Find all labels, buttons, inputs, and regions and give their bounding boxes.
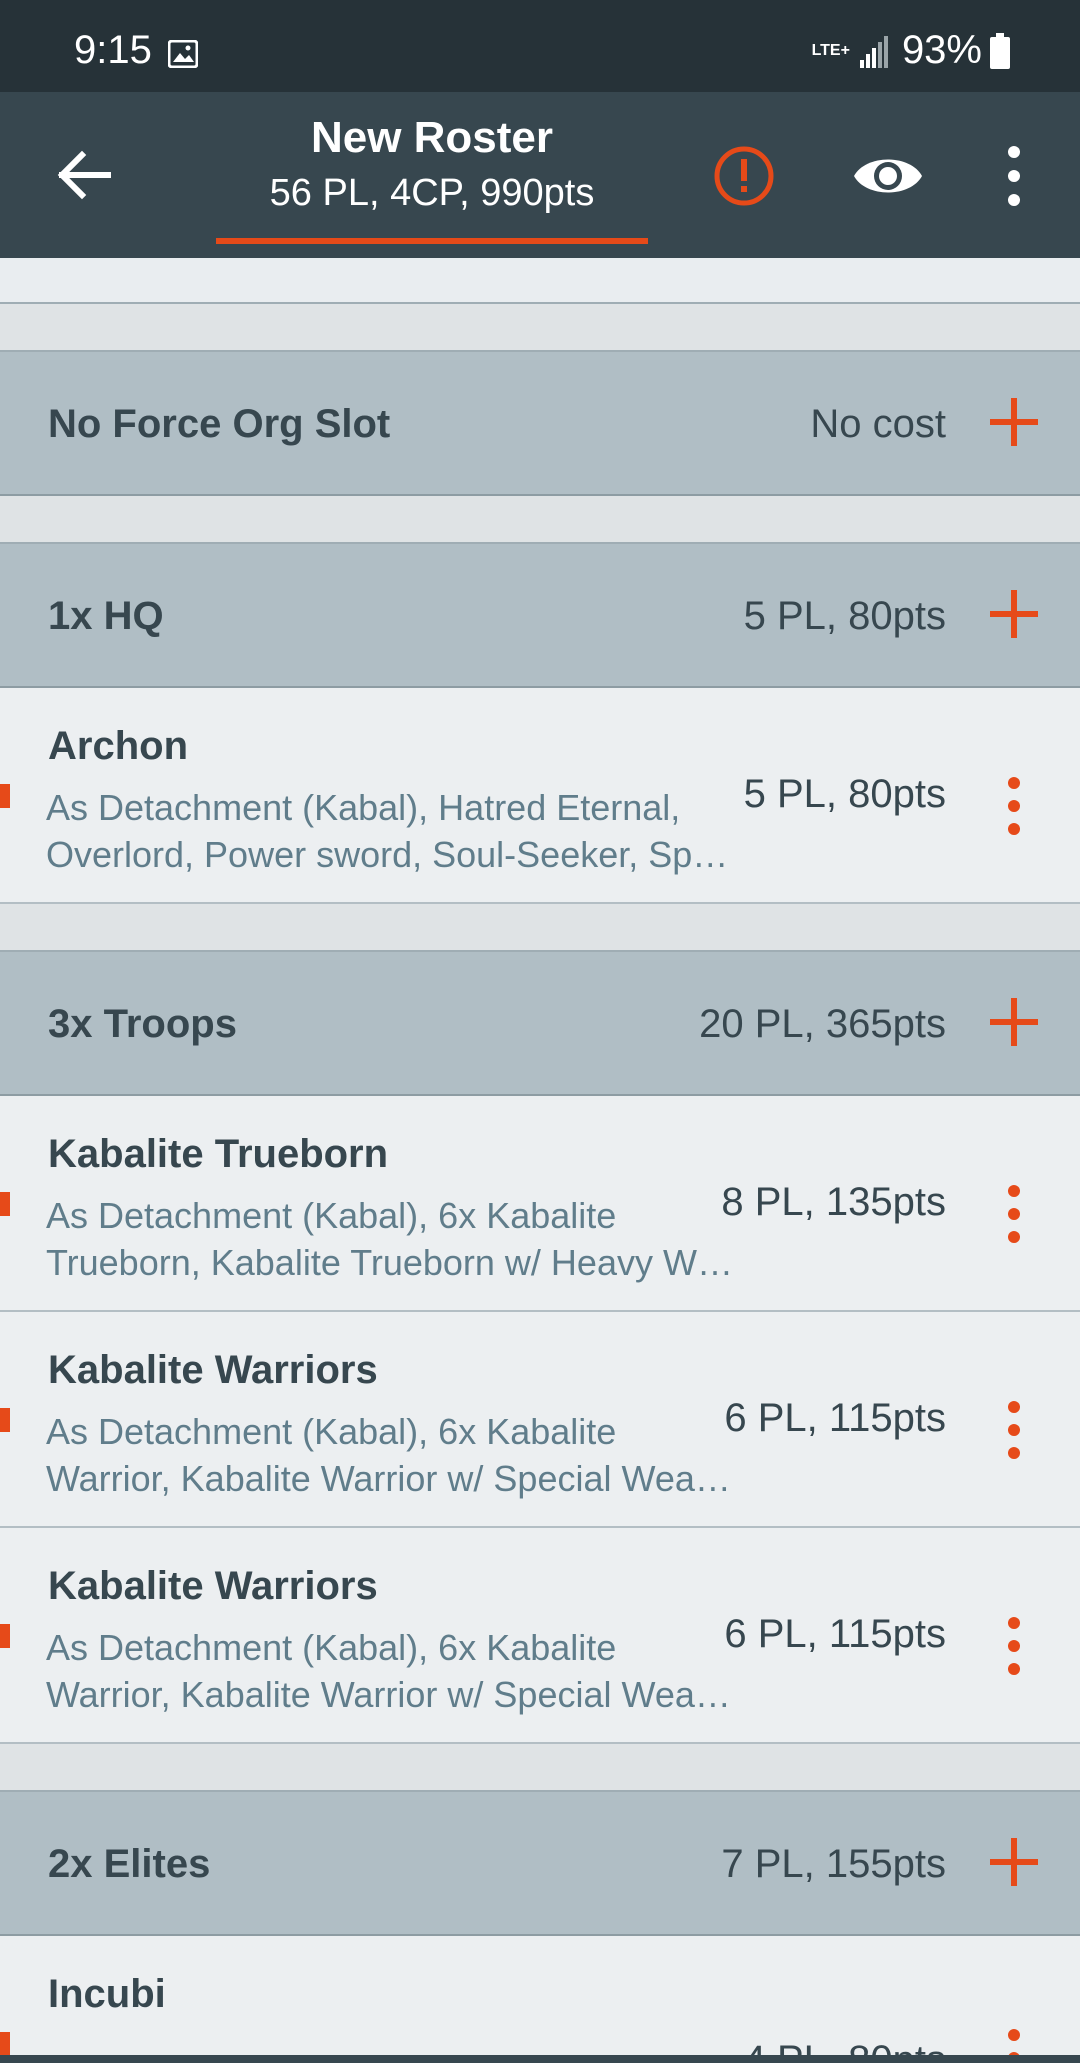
unit-more-icon[interactable] <box>1000 1184 1028 1244</box>
unit-description: As Detachment (Kabal), 6x Kabalite Warri… <box>46 1408 736 1502</box>
unit-row[interactable]: Kabalite Warriors As Detachment (Kabal),… <box>0 1312 1080 1528</box>
add-icon[interactable] <box>988 1836 1040 1888</box>
unit-description-line: Warrior, Kabalite Warrior w/ Special Wea… <box>46 1458 731 1499</box>
unit-row[interactable]: Archon As Detachment (Kabal), Hatred Ete… <box>0 688 1080 904</box>
unit-cost: 5 PL, 80pts <box>743 772 946 816</box>
unit-description-line: As Detachment (Kabal), 6x Kabalite <box>46 1627 617 1668</box>
section-cost: 5 PL, 80pts <box>743 594 946 638</box>
battery-icon <box>990 32 1010 69</box>
unit-cost: 6 PL, 115pts <box>724 1612 946 1656</box>
unit-row[interactable]: Kabalite Trueborn As Detachment (Kabal),… <box>0 1096 1080 1312</box>
unit-name: Kabalite Trueborn <box>48 1132 389 1176</box>
warning-marker <box>0 784 10 808</box>
section-gap <box>0 496 1080 544</box>
add-icon[interactable] <box>988 588 1040 640</box>
network-type: LTE+ <box>811 41 850 59</box>
back-arrow-icon[interactable] <box>50 142 116 208</box>
unit-description-line: Warrior, Kabalite Warrior w/ Special Wea… <box>46 1674 731 1715</box>
add-icon[interactable] <box>988 996 1040 1048</box>
unit-more-icon[interactable] <box>1000 1400 1028 1460</box>
signal-icon <box>859 35 888 68</box>
unit-name: Archon <box>48 724 188 768</box>
eye-icon[interactable] <box>852 146 924 206</box>
unit-description: As Detachment (Kabal), Hatred Eternal, O… <box>46 784 736 878</box>
warning-marker <box>0 1624 10 1648</box>
unit-cost: 8 PL, 135pts <box>721 1180 946 1224</box>
section-gap <box>0 1744 1080 1792</box>
roster-list: No Force Org Slot No cost 1x HQ 5 PL, 80… <box>0 258 1080 2063</box>
battery-percent: 93% <box>901 28 982 72</box>
status-right: LTE+ 93% <box>812 28 1010 73</box>
section-no-force-org-slot[interactable]: No Force Org Slot No cost <box>0 352 1080 496</box>
roster-title: New Roster <box>310 113 554 162</box>
unit-name: Kabalite Warriors <box>48 1564 378 1608</box>
section-hq[interactable]: 1x HQ 5 PL, 80pts <box>0 544 1080 688</box>
unit-description: As Detachment (Kabal), 6x Kabalite Warri… <box>46 1624 736 1718</box>
roster-summary: 56 PL, 4CP, 990pts <box>269 172 595 214</box>
section-cost: 20 PL, 365pts <box>699 1002 946 1046</box>
warning-icon[interactable] <box>712 144 776 208</box>
more-options-icon[interactable] <box>1000 144 1028 208</box>
section-cost: No cost <box>810 402 946 446</box>
title-underline <box>216 238 648 244</box>
unit-description-line: Overlord, Power sword, Soul-Seeker, Spli… <box>46 834 736 875</box>
unit-row[interactable]: Kabalite Warriors As Detachment (Kabal),… <box>0 1528 1080 1744</box>
section-gap <box>0 304 1080 352</box>
warning-marker <box>0 1192 10 1216</box>
unit-more-icon[interactable] <box>1000 1616 1028 1676</box>
section-troops[interactable]: 3x Troops 20 PL, 365pts <box>0 952 1080 1096</box>
section-title: No Force Org Slot <box>48 402 391 446</box>
status-bar: 9:15 LTE+ 93% <box>0 0 1080 92</box>
bottom-edge-bar <box>0 2055 1080 2063</box>
section-title: 3x Troops <box>48 1002 237 1046</box>
warning-marker <box>0 2032 10 2056</box>
unit-more-icon[interactable] <box>1000 776 1028 836</box>
unit-description-line: As Detachment (Kabal), 6x Kabalite <box>46 1195 617 1236</box>
unit-description-line: Trueborn, Kabalite Trueborn w/ Heavy W… <box>46 1242 733 1283</box>
image-notification-icon <box>168 40 198 68</box>
add-icon[interactable] <box>988 396 1040 448</box>
unit-description-line: As Detachment (Kabal), 6x Kabalite <box>46 1411 617 1452</box>
list-top-spacer <box>0 258 1080 304</box>
warning-marker <box>0 1408 10 1432</box>
status-time: 9:15 <box>74 28 152 72</box>
section-title: 1x HQ <box>48 594 164 638</box>
app-bar: New Roster 56 PL, 4CP, 990pts <box>0 92 1080 258</box>
unit-description-line: As Detachment (Kabal), Hatred Eternal, <box>46 787 681 828</box>
section-gap <box>0 904 1080 952</box>
section-elites[interactable]: 2x Elites 7 PL, 155pts <box>0 1792 1080 1936</box>
section-title: 2x Elites <box>48 1842 211 1886</box>
unit-description: As Detachment (Kabal), 6x Kabalite Trueb… <box>46 1192 736 1286</box>
unit-row[interactable]: Incubi 4 PL, 80pts <box>0 1936 1080 2063</box>
section-cost: 7 PL, 155pts <box>721 1842 946 1886</box>
unit-name: Incubi <box>48 1972 166 2016</box>
unit-name: Kabalite Warriors <box>48 1348 378 1392</box>
unit-cost: 6 PL, 115pts <box>724 1396 946 1440</box>
roster-title-block[interactable]: New Roster 56 PL, 4CP, 990pts <box>216 110 648 218</box>
